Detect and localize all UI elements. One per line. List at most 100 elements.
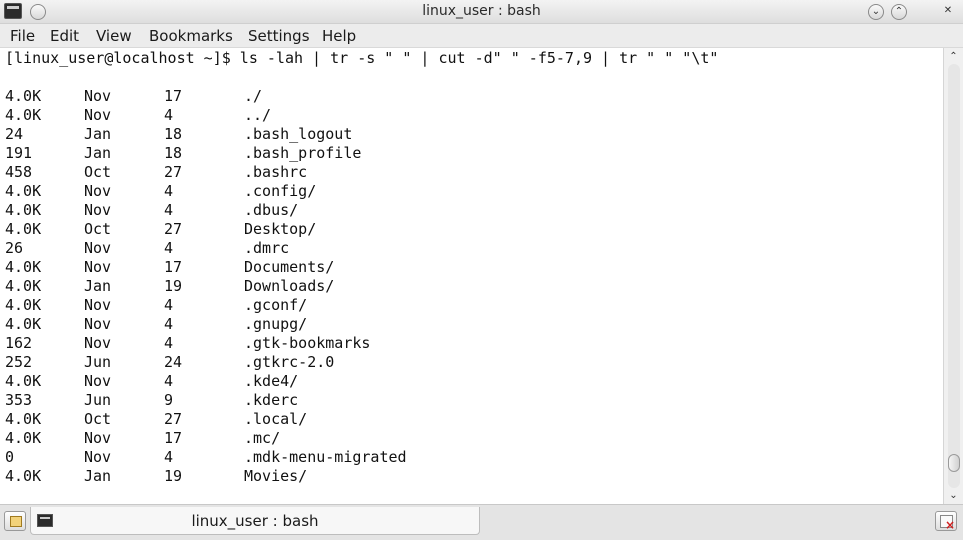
- tab-bash[interactable]: linux_user : bash: [30, 507, 480, 535]
- row-day: 4: [164, 239, 174, 257]
- row-month: Jun: [84, 391, 112, 409]
- row-month: Jan: [84, 467, 112, 485]
- row-size: 4.0K: [5, 277, 42, 295]
- row-size: 191: [5, 144, 33, 162]
- row-month: Jan: [84, 125, 112, 143]
- scroll-thumb[interactable]: [948, 453, 960, 472]
- scroll-up-arrow-icon[interactable]: ⌃: [947, 50, 960, 63]
- row-day: 17: [164, 429, 183, 447]
- row-filename: Movies/: [244, 467, 308, 485]
- row-size: 4.0K: [5, 410, 42, 428]
- row-filename: ./: [244, 87, 263, 105]
- row-month: Nov: [84, 258, 112, 276]
- row-size: 24: [5, 125, 24, 143]
- row-size: 458: [5, 163, 33, 181]
- row-month: Oct: [84, 163, 112, 181]
- row-month: Nov: [84, 201, 112, 219]
- row-filename: .bash_profile: [244, 144, 362, 162]
- menu-bookmarks[interactable]: Bookmarks: [149, 26, 233, 46]
- row-day: 4: [164, 448, 174, 466]
- row-month: Nov: [84, 182, 112, 200]
- row-month: Nov: [84, 334, 112, 352]
- row-day: 4: [164, 315, 174, 333]
- row-size: 4.0K: [5, 220, 42, 238]
- scroll-track[interactable]: [948, 64, 960, 488]
- row-size: 252: [5, 353, 33, 371]
- row-filename: .gtkrc-2.0: [244, 353, 335, 371]
- new-tab-button[interactable]: [4, 511, 26, 531]
- row-size: 4.0K: [5, 315, 42, 333]
- row-size: 353: [5, 391, 33, 409]
- scroll-down-arrow-icon[interactable]: ⌄: [947, 489, 960, 502]
- row-filename: .dmrc: [244, 239, 290, 257]
- row-size: 4.0K: [5, 106, 42, 124]
- tab-bar: linux_user : bash: [0, 504, 963, 540]
- row-size: 4.0K: [5, 429, 42, 447]
- title-bar[interactable]: linux_user : bash ⌄ ⌃ ✕: [0, 0, 963, 24]
- row-filename: .kde4/: [244, 372, 299, 390]
- row-month: Nov: [84, 106, 112, 124]
- row-day: 4: [164, 182, 174, 200]
- row-day: 17: [164, 258, 183, 276]
- row-size: 162: [5, 334, 33, 352]
- row-day: 4: [164, 372, 174, 390]
- row-month: Nov: [84, 296, 112, 314]
- row-filename: .mdk-menu-migrated: [244, 448, 407, 466]
- menu-file[interactable]: File: [10, 26, 35, 46]
- row-filename: .bash_logout: [244, 125, 353, 143]
- row-month: Jun: [84, 353, 112, 371]
- row-filename: .dbus/: [244, 201, 299, 219]
- row-filename: .bashrc: [244, 163, 308, 181]
- row-month: Jan: [84, 277, 112, 295]
- row-filename: Documents/: [244, 258, 335, 276]
- row-size: 4.0K: [5, 467, 42, 485]
- row-day: 17: [164, 87, 183, 105]
- row-size: 4.0K: [5, 87, 42, 105]
- row-day: 19: [164, 467, 183, 485]
- row-size: 4.0K: [5, 201, 42, 219]
- row-filename: .gtk-bookmarks: [244, 334, 371, 352]
- row-month: Oct: [84, 410, 112, 428]
- row-month: Nov: [84, 429, 112, 447]
- menu-help[interactable]: Help: [322, 26, 356, 46]
- row-day: 4: [164, 106, 174, 124]
- row-size: 4.0K: [5, 372, 42, 390]
- row-month: Nov: [84, 315, 112, 333]
- vertical-scrollbar[interactable]: ⌃ ⌄: [943, 48, 963, 504]
- row-filename: .mc/: [244, 429, 281, 447]
- close-tab-button[interactable]: [935, 511, 957, 532]
- minimize-button[interactable]: ⌄: [868, 4, 884, 20]
- row-filename: .gconf/: [244, 296, 308, 314]
- row-filename: .local/: [244, 410, 308, 428]
- window-title: linux_user : bash: [422, 3, 541, 19]
- menu-view[interactable]: View: [96, 26, 132, 46]
- row-filename: .kderc: [244, 391, 299, 409]
- row-day: 9: [164, 391, 174, 409]
- row-filename: .gnupg/: [244, 315, 308, 333]
- row-day: 4: [164, 201, 174, 219]
- command-prompt-line: [linux_user@localhost ~]$ ls -lah | tr -…: [5, 49, 719, 67]
- terminal-output[interactable]: [linux_user@localhost ~]$ ls -lah | tr -…: [0, 48, 943, 504]
- row-size: 4.0K: [5, 258, 42, 276]
- row-day: 4: [164, 334, 174, 352]
- menu-bar: File Edit View Bookmarks Settings Help: [0, 24, 963, 48]
- row-size: 4.0K: [5, 182, 42, 200]
- row-month: Oct: [84, 220, 112, 238]
- row-size: 4.0K: [5, 296, 42, 314]
- row-month: Nov: [84, 87, 112, 105]
- row-day: 4: [164, 296, 174, 314]
- row-day: 19: [164, 277, 183, 295]
- menu-edit[interactable]: Edit: [50, 26, 79, 46]
- row-size: 26: [5, 239, 24, 257]
- maximize-button[interactable]: ⌃: [891, 4, 907, 20]
- row-month: Nov: [84, 239, 112, 257]
- row-filename: .config/: [244, 182, 317, 200]
- row-filename: Downloads/: [244, 277, 335, 295]
- row-size: 0: [5, 448, 15, 466]
- row-day: 18: [164, 144, 183, 162]
- row-day: 24: [164, 353, 183, 371]
- close-window-button[interactable]: ✕: [940, 4, 956, 20]
- menu-settings[interactable]: Settings: [248, 26, 310, 46]
- row-day: 27: [164, 410, 183, 428]
- row-month: Jan: [84, 144, 112, 162]
